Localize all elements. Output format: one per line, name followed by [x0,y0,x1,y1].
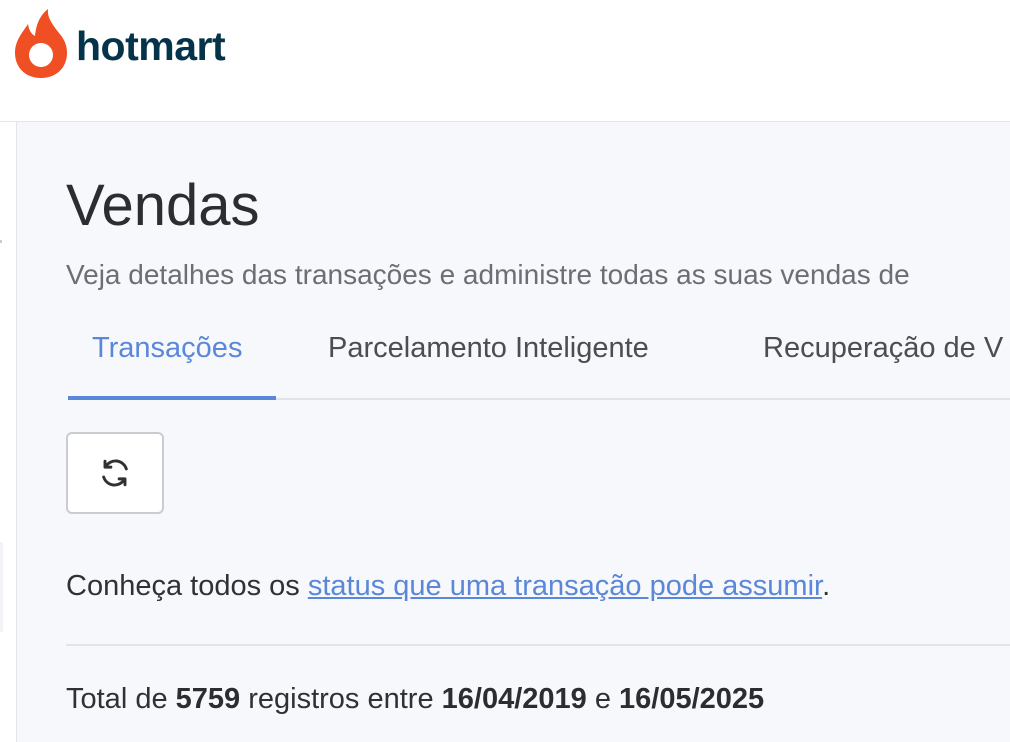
info-prefix: Conheça todos os [66,570,308,602]
tab-parcelamento-inteligente[interactable]: Parcelamento Inteligente [328,332,649,365]
refresh-icon [102,459,128,487]
flame-icon [15,9,67,78]
page-subtitle: Veja detalhes das transações e administr… [66,259,910,290]
brand-name: hotmart [76,22,226,69]
status-help-link[interactable]: status que uma transação pode assumir [308,570,822,602]
summary-middle: registros entre [240,683,442,715]
page-title: Vendas [66,173,260,238]
sidebar-marker [0,240,2,243]
start-date: 16/04/2019 [441,683,587,715]
tab-recuperacao[interactable]: Recuperação de V [763,332,1003,365]
tab-bar: Transações Parcelamento Inteligente Recu… [68,312,1010,400]
summary-connector: e [586,683,620,715]
info-suffix: . [822,570,831,602]
records-count: 5759 [175,683,241,715]
sidebar-marker [0,542,3,632]
summary-prefix: Total de [66,683,176,715]
hotmart-logo[interactable]: hotmart [14,8,226,80]
records-summary: Total de 5759 registros entre 16/04/2019… [66,683,764,716]
refresh-button[interactable] [66,432,164,514]
top-bar: hotmart [0,0,1010,122]
status-info-text: Conheça todos os status que uma transaçã… [66,570,830,603]
main-content: Vendas Veja detalhes das transações e ad… [17,122,1010,742]
tab-transacoes[interactable]: Transações [92,332,242,365]
section-divider [66,644,1010,646]
end-date: 16/05/2025 [619,683,765,715]
left-sidebar [0,122,17,742]
active-tab-indicator [68,396,276,400]
